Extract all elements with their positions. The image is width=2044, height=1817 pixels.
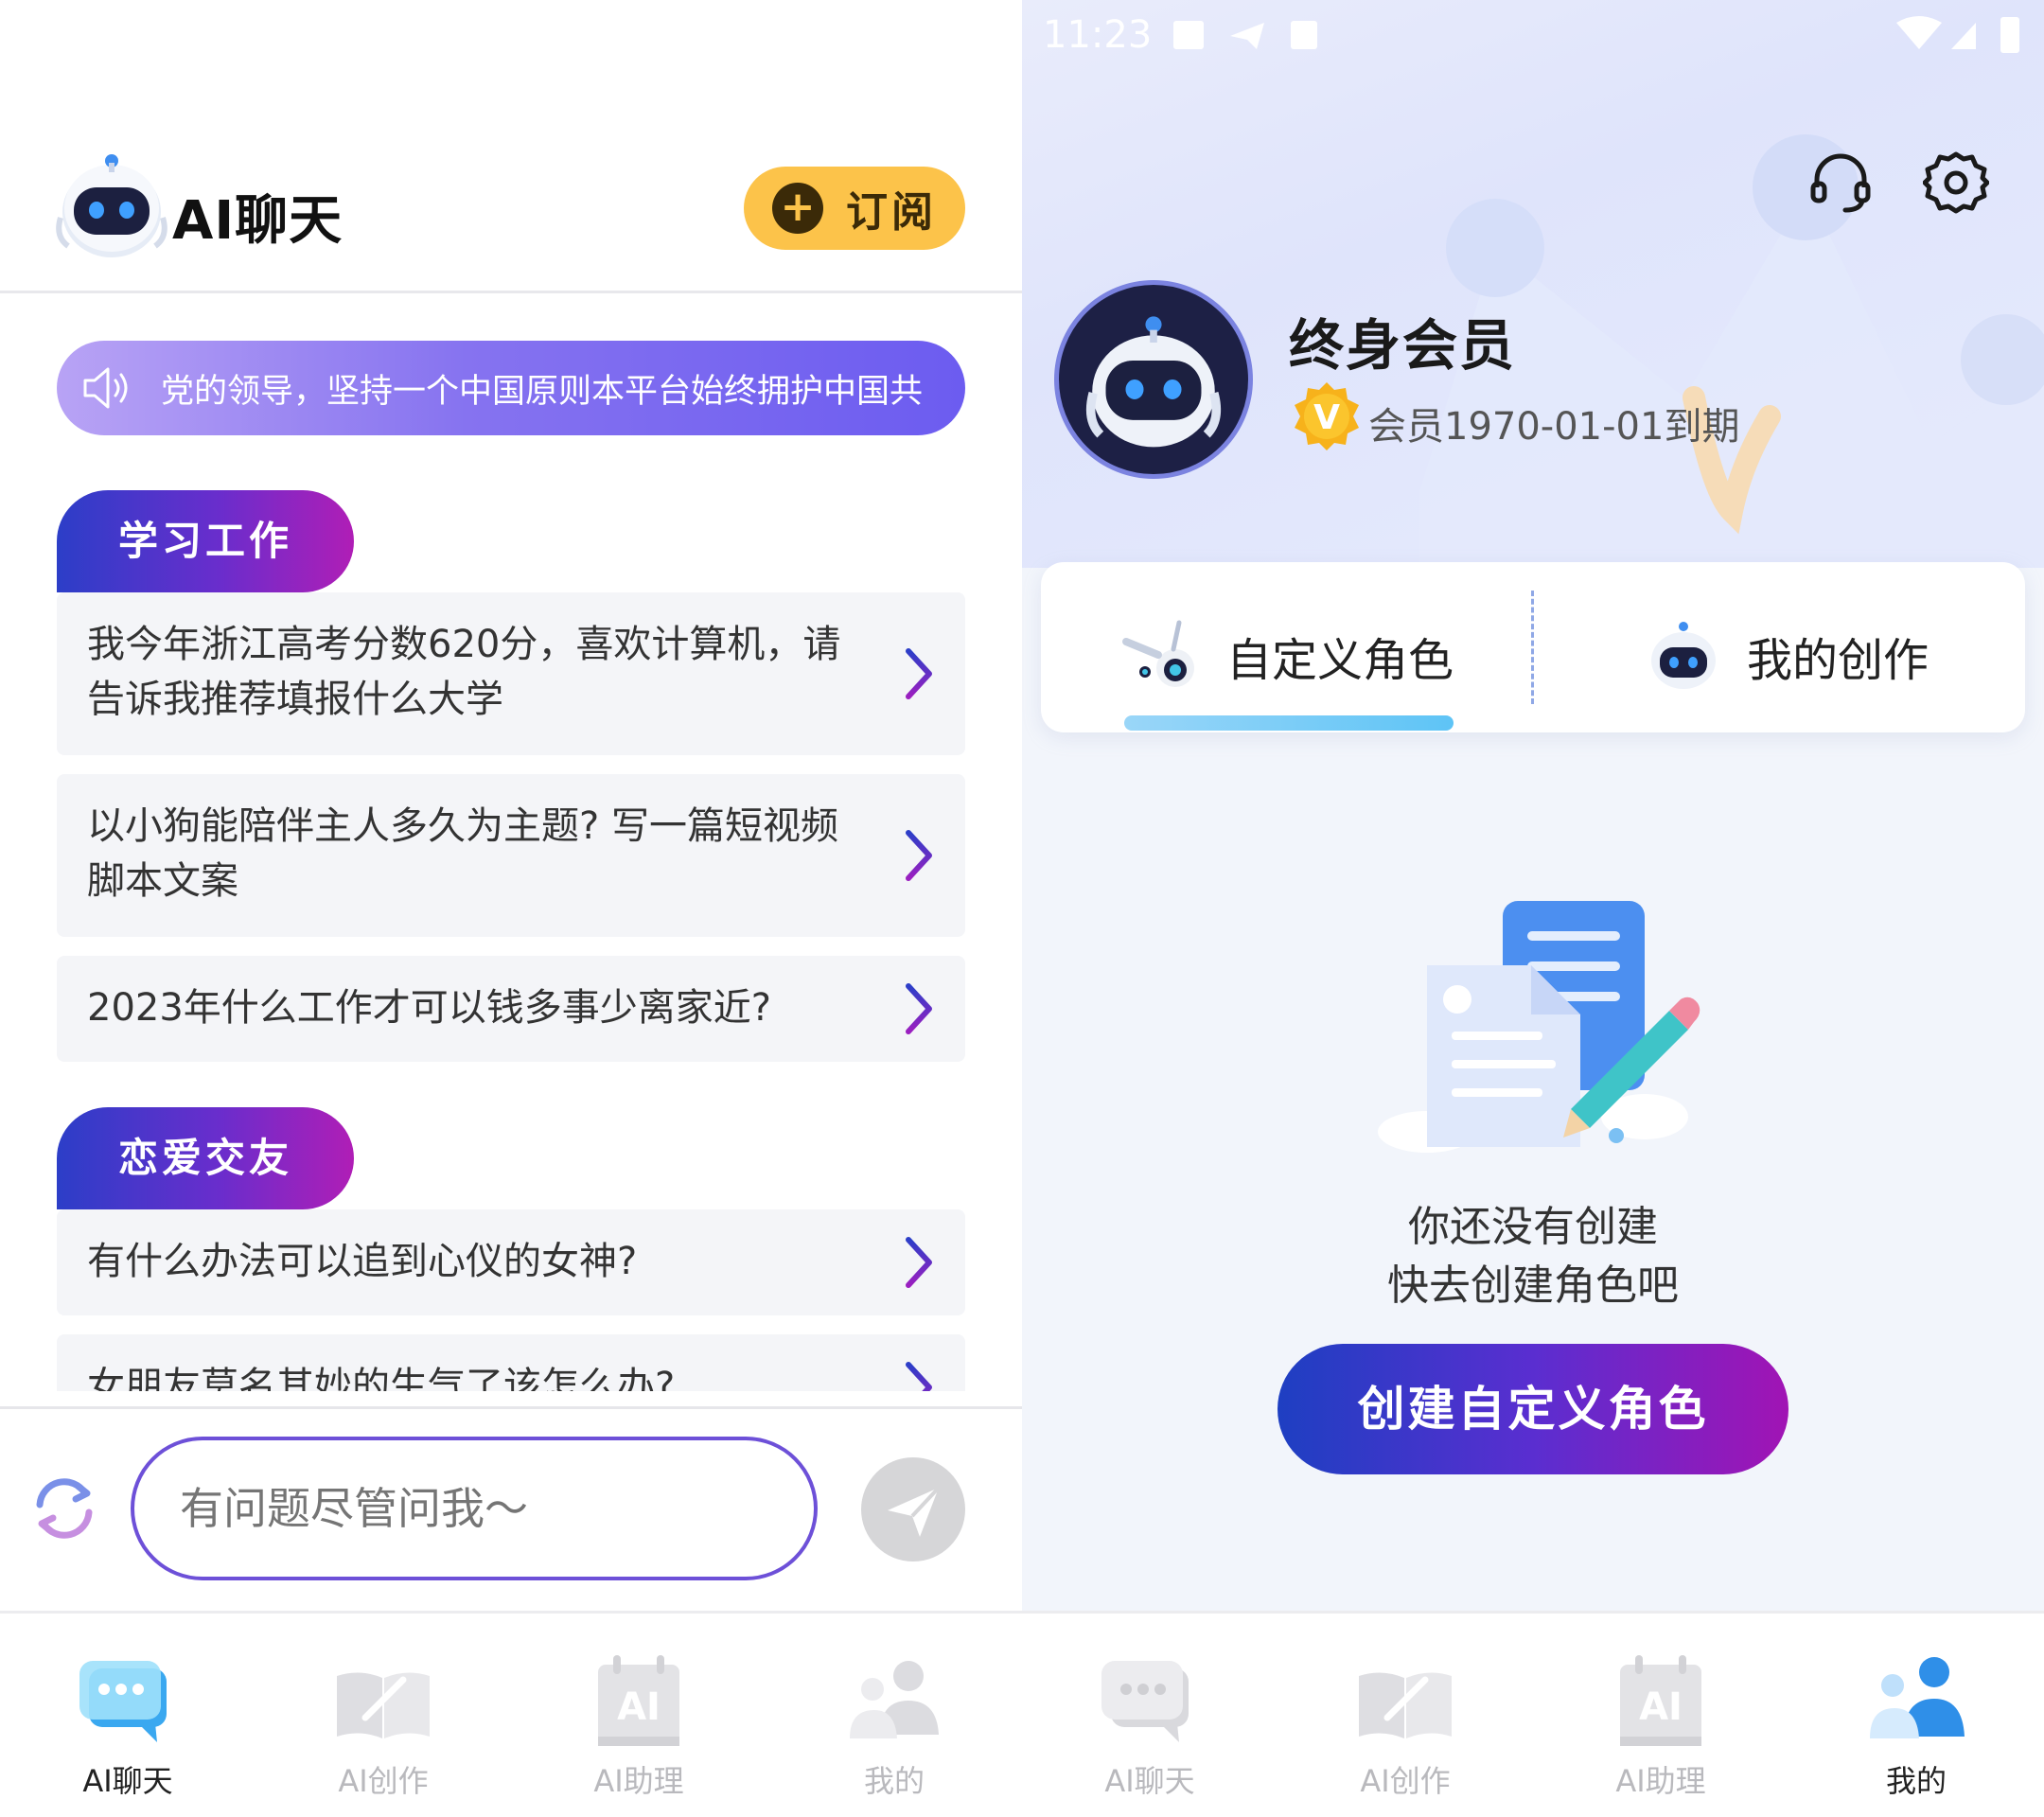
profile-screen: 11:23 终身会员 V 会员1970-01-01到期 自定义角色 我的创作 你… [1022,0,2044,1817]
chevron-right-icon [906,1237,932,1288]
speaker-icon [83,367,128,409]
tab-label: 我的 [1885,1763,1947,1799]
question-card[interactable]: 2023年什么工作才可以钱多事少离家近? [57,956,965,1062]
tab-ai-create[interactable]: AI创作 [1278,1614,1533,1817]
tab-ai-create[interactable]: AI创作 [256,1614,511,1817]
chat-bubble-icon [1101,1661,1189,1742]
tab-ai-chat[interactable]: AI聊天 [0,1614,256,1817]
question-text: 我今年浙江高考分数620分，喜欢计算机，请告诉我推荐填报什么大学 [87,623,841,721]
tab-label: AI助理 [1615,1763,1706,1799]
subscribe-button[interactable]: + 订阅 [744,167,965,250]
tab-ai-assistant[interactable]: AI AI助理 [511,1614,766,1817]
question-card[interactable]: 女朋友莫名其妙的生气了该怎么办? [57,1334,965,1391]
tab-mine[interactable]: 我的 [1788,1614,2044,1817]
tab-label: AI创作 [338,1763,429,1799]
vip-badge-icon: V [1295,382,1359,450]
active-tab-indicator [1124,715,1454,731]
tab-label: 我的 [863,1763,925,1799]
chevron-right-icon [906,648,932,699]
page-title: AI聊天 [172,190,344,252]
settings-icon[interactable] [1923,150,1989,216]
robot-small-icon [1651,622,1716,689]
question-text: 以小狗能陪伴主人多久为主题? 写一篇短视频脚本文案 [87,804,838,903]
app-header: AI聊天 + 订阅 [0,0,1022,293]
status-bar: 11:23 [1022,0,2044,66]
bottom-tabbar: AI聊天 AI创作 AI AI助理 我的 [1022,1611,2044,1817]
chat-input[interactable] [131,1437,818,1580]
tab-label: AI聊天 [82,1763,173,1799]
notification-icons [1173,21,1317,49]
member-expiry: 会员1970-01-01到期 [1368,405,1740,449]
bottom-tabbar: AI聊天 AI创作 AI AI助理 我的 [0,1611,1022,1817]
bunny-robot-icon [1122,620,1194,687]
empty-state-illustration [1378,901,1700,1153]
chevron-right-icon [906,1362,932,1391]
subscribe-label: 订阅 [846,188,937,237]
tab-label: AI创作 [1360,1763,1451,1799]
member-title: 终身会员 [1289,313,1517,378]
user-icon [850,1661,939,1738]
send-button[interactable] [861,1457,965,1561]
status-time: 11:23 [1043,13,1153,57]
tab-my-creations[interactable]: 我的创作 [1533,562,2025,732]
send-icon [888,1486,941,1537]
robot-avatar-icon [1085,316,1222,448]
input-divider [0,1406,1022,1409]
tab-label: AI聊天 [1104,1763,1195,1799]
headset-icon[interactable] [1807,150,1874,216]
notebook-icon [337,1672,430,1738]
ai-calendar-icon: AI [1620,1655,1701,1746]
refresh-icon[interactable] [26,1471,102,1546]
tab-mine[interactable]: 我的 [766,1614,1022,1817]
empty-state-text: 你还没有创建 [1408,1203,1658,1251]
content-tabs: 自定义角色 我的创作 [1041,562,2025,732]
tab-custom-role[interactable]: 自定义角色 [1041,562,1531,732]
robot-logo-icon [56,154,167,257]
ai-chat-screen: AI聊天 + 订阅 党的领导，坚持一个中国原则本平台始终拥护中国共 学习工作 我… [0,0,1022,1817]
question-list: 学习工作 我今年浙江高考分数620分，喜欢计算机，请告诉我推荐填报什么大学 以小… [0,445,1022,1391]
tab-ai-chat[interactable]: AI聊天 [1022,1614,1278,1817]
question-card[interactable]: 以小狗能陪伴主人多久为主题? 写一篇短视频脚本文案 [57,774,965,937]
avatar[interactable] [1054,280,1253,479]
question-text: 女朋友莫名其妙的生气了该怎么办? [87,1365,676,1391]
tab-ai-assistant[interactable]: AI AI助理 [1533,1614,1788,1817]
svg-text:AI: AI [1639,1685,1683,1729]
chevron-right-icon [906,830,932,881]
vip-badge-letter: V [1313,398,1340,437]
user-icon [1870,1657,1965,1738]
create-custom-role-button[interactable]: 创建自定义角色 [1278,1344,1788,1474]
section-tag-study-work: 学习工作 [57,490,354,592]
chevron-right-icon [906,983,932,1034]
tab-label: AI助理 [593,1763,684,1799]
ai-calendar-icon: AI [598,1655,679,1746]
section-tag-love-dating: 恋爱交友 [57,1107,354,1209]
notice-bar[interactable]: 党的领导，坚持一个中国原则本平台始终拥护中国共 [57,341,965,435]
plus-icon: + [772,183,823,234]
svg-text:AI: AI [617,1685,661,1729]
signal-battery-icons [1896,16,2019,53]
question-card[interactable]: 有什么办法可以追到心仪的女神? [57,1209,965,1315]
question-card[interactable]: 我今年浙江高考分数620分，喜欢计算机，请告诉我推荐填报什么大学 [57,592,965,755]
tab-label: 自定义角色 [1226,634,1454,687]
question-text: 有什么办法可以追到心仪的女神? [87,1240,638,1283]
empty-state-subtext: 快去创建角色吧 [1387,1261,1679,1310]
question-text: 2023年什么工作才可以钱多事少离家近? [87,986,772,1030]
notice-text: 党的领导，坚持一个中国原则本平台始终拥护中国共 [161,372,924,411]
chat-bubble-icon [79,1661,167,1742]
notebook-icon [1359,1672,1452,1738]
tab-label: 我的创作 [1747,634,1929,687]
